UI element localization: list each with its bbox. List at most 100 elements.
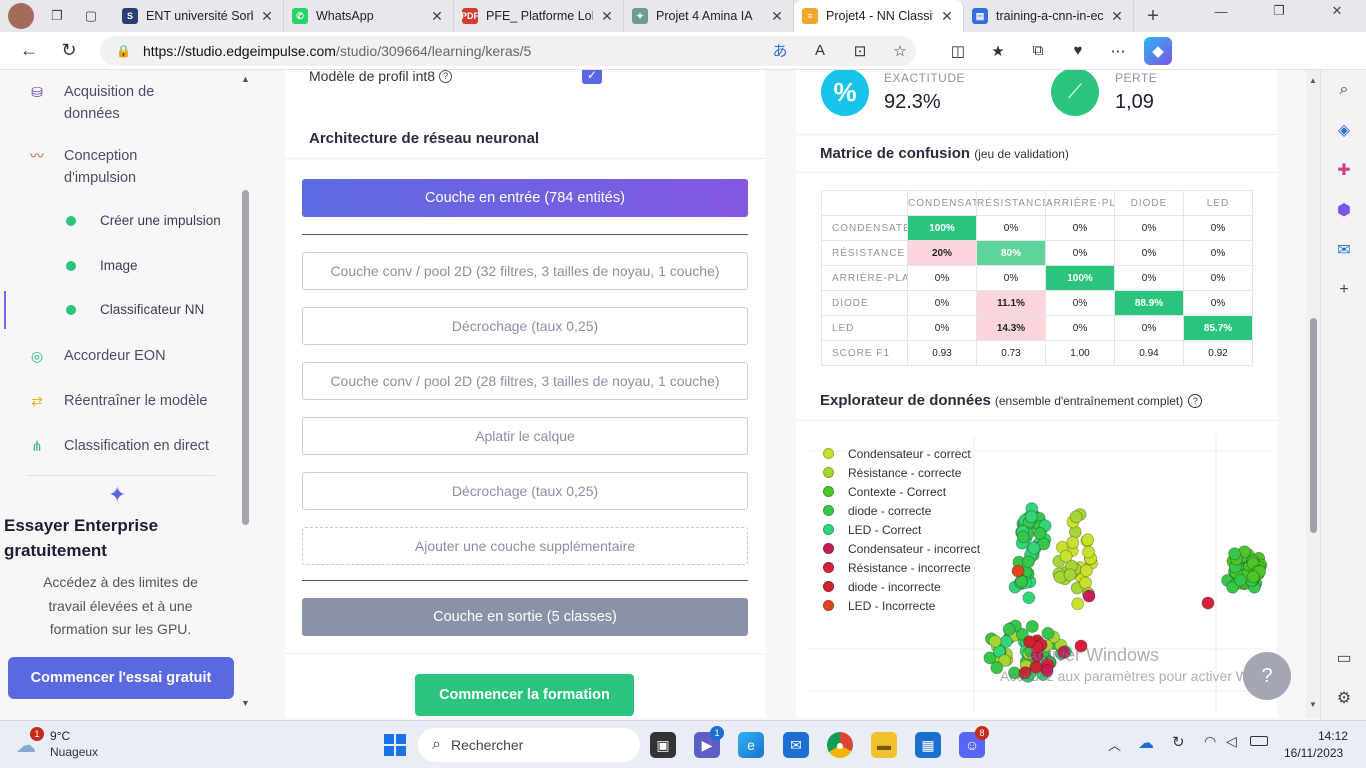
start-icon[interactable]	[384, 734, 406, 756]
profile-avatar-icon[interactable]	[8, 3, 34, 29]
tab-close-icon[interactable]: ✕	[599, 8, 615, 25]
legend-item[interactable]: Résistance - incorrecte	[823, 558, 980, 577]
input-layer[interactable]: Couche en entrée (784 entités)	[302, 179, 748, 217]
int8-checkbox[interactable]: ✓	[582, 70, 602, 84]
back-icon[interactable]: ←	[14, 36, 44, 66]
scroll-up-icon[interactable]: ▲	[1309, 76, 1317, 85]
weather-widget[interactable]: ☁ 1 9°C Nuageux	[16, 727, 136, 763]
collections-icon[interactable]: ⧉	[1024, 37, 1052, 65]
tab-close-icon[interactable]: ✕	[769, 8, 785, 25]
output-layer[interactable]: Couche en sortie (5 classes)	[302, 598, 748, 636]
legend-item[interactable]: LED - Incorrecte	[823, 596, 980, 615]
legend-item[interactable]: Condensateur - correct	[823, 444, 980, 463]
store-icon[interactable]: ▦	[915, 732, 941, 758]
clock-date[interactable]: 16/11/2023	[1284, 746, 1343, 760]
discord-icon[interactable]: ☺ 8	[959, 726, 989, 758]
sidebar-item-label: Classification en direct	[64, 438, 210, 454]
shopping-icon[interactable]: ◈	[1321, 110, 1366, 150]
page-scrollbar[interactable]: ▲ ▼	[1306, 70, 1320, 718]
tools-icon[interactable]: ✚	[1321, 150, 1366, 190]
help-fab-icon[interactable]: ?	[1243, 652, 1291, 700]
split-screen-icon[interactable]: ◫	[944, 37, 972, 65]
sidebar-scroll-down-icon[interactable]: ▼	[241, 698, 250, 708]
office-icon[interactable]: ⬢	[1321, 190, 1366, 230]
legend-item[interactable]: Contexte - Correct	[823, 482, 980, 501]
sidebar-item-data-acquisition[interactable]: ⛁ Acquisition de données	[30, 81, 184, 125]
update-icon[interactable]: ↻	[1172, 733, 1185, 751]
taskbar-search[interactable]: ⌕ Rechercher	[418, 728, 640, 762]
favorites-icon[interactable]: ★	[984, 37, 1012, 65]
matrix-row-header: RÉSISTANCE	[821, 240, 908, 266]
performance-icon[interactable]: ♥	[1064, 37, 1092, 65]
app-available-icon[interactable]: ⊡	[846, 37, 874, 65]
dropout-layer-1[interactable]: Décrochage (taux 0,25)	[302, 307, 748, 345]
legend-item[interactable]: Résistance - correcte	[823, 463, 980, 482]
tray-chevron-icon[interactable]: ︿	[1108, 735, 1121, 754]
translate-icon[interactable]: あ	[766, 37, 794, 65]
start-trial-button[interactable]: Commencer l'essai gratuit	[8, 657, 234, 699]
refresh-icon[interactable]: ↻	[54, 36, 84, 66]
mail-icon[interactable]: ✉	[783, 732, 809, 758]
search-icon[interactable]: ⌕	[1321, 70, 1366, 110]
close-window-icon[interactable]: ✕	[1314, 0, 1360, 22]
sidebar-item-impulse-design[interactable]: 〰 Conception d'impulsion	[30, 145, 174, 189]
clock-time[interactable]: 14:12	[1318, 729, 1348, 743]
tab-close-icon[interactable]: ✕	[429, 8, 445, 25]
tab-close-icon[interactable]: ✕	[1109, 8, 1125, 25]
explorer-subtitle: (ensemble d'entraînement complet)	[994, 393, 1184, 408]
edge-icon[interactable]: e	[738, 732, 764, 758]
sidebar-subitem-create-impulse[interactable]: Créer une impulsion	[66, 213, 221, 228]
add-sidebar-icon[interactable]: +	[1321, 270, 1366, 310]
favorite-star-icon[interactable]: ☆	[886, 37, 914, 65]
task-view-icon[interactable]: ▣	[650, 732, 676, 758]
onedrive-icon[interactable]: ☁	[1138, 733, 1154, 753]
volume-icon[interactable]: ◁	[1226, 733, 1237, 750]
outlook-icon[interactable]: ✉	[1321, 230, 1366, 270]
nodes-icon: ⋔	[31, 438, 43, 454]
flatten-layer[interactable]: Aplatir le calque	[302, 417, 748, 455]
browser-tab[interactable]: ✦ Projet 4 Amina IA ✕	[624, 0, 794, 32]
browser-tab[interactable]: PDF PFE_ Platforme LoRa ✕	[454, 0, 624, 32]
sidebar-item-live-classification[interactable]: ⋔ Classification en direct	[30, 435, 209, 457]
dropout-layer-2[interactable]: Décrochage (taux 0,25)	[302, 472, 748, 510]
new-tab-icon[interactable]: +	[1142, 5, 1164, 27]
legend-item[interactable]: Condensateur - incorrect	[823, 539, 980, 558]
sidebar-subitem-nn-classifier[interactable]: Classificateur NN	[66, 302, 204, 317]
browser-tab[interactable]: ✆ WhatsApp ✕	[284, 0, 454, 32]
browser-tab[interactable]: ≡ Projet4 - NN Classifi ✕	[794, 0, 964, 32]
sidebar-scroll-up-icon[interactable]: ▲	[241, 74, 250, 84]
legend-item[interactable]: diode - incorrecte	[823, 577, 980, 596]
scroll-thumb[interactable]	[1310, 318, 1317, 533]
conv-layer-1[interactable]: Couche conv / pool 2D (32 filtres, 3 tai…	[302, 252, 748, 290]
menu-dots-icon[interactable]: ⋯	[1104, 37, 1132, 65]
hide-sidebar-icon[interactable]: ▭	[1321, 638, 1366, 678]
sidebar-item-retrain[interactable]: ⇄ Réentraîner le modèle	[30, 390, 207, 412]
scroll-down-icon[interactable]: ▼	[1309, 700, 1317, 709]
restore-icon[interactable]: ❐	[1256, 0, 1302, 22]
wifi-icon[interactable]: ◠	[1204, 733, 1216, 750]
tab-close-icon[interactable]: ✕	[939, 8, 955, 25]
browser-tab[interactable]: S ENT université Sorbo ✕	[114, 0, 284, 32]
copilot-icon[interactable]: ◆	[1144, 36, 1172, 65]
read-aloud-icon[interactable]: A	[806, 37, 834, 65]
workspaces-icon[interactable]: ❐	[46, 5, 68, 27]
legend-item[interactable]: diode - correcte	[823, 501, 980, 520]
sidebar-subitem-image[interactable]: Image	[66, 258, 138, 273]
legend-item[interactable]: LED - Correct	[823, 520, 980, 539]
sidebar-item-eon-tuner[interactable]: ◎ Accordeur EON	[30, 345, 166, 367]
browser-tab[interactable]: ▤ training-a-cnn-in-ec ✕	[964, 0, 1134, 32]
help-icon[interactable]: ?	[439, 70, 453, 83]
battery-icon[interactable]	[1250, 736, 1268, 746]
settings-icon[interactable]: ⚙	[1321, 678, 1366, 718]
help-icon[interactable]: ?	[1188, 393, 1203, 408]
start-training-button[interactable]: Commencer la formation	[415, 674, 634, 716]
sidebar-scrollbar[interactable]	[242, 190, 249, 525]
conv-layer-2[interactable]: Couche conv / pool 2D (28 filtres, 3 tai…	[302, 362, 748, 400]
tab-actions-icon[interactable]: ▢	[80, 5, 102, 27]
chrome-icon[interactable]: ●	[827, 732, 853, 758]
minimize-icon[interactable]: —	[1198, 0, 1244, 22]
add-layer-button[interactable]: Ajouter une couche supplémentaire	[302, 527, 748, 565]
teams-icon[interactable]: ▶ 1	[694, 726, 724, 758]
tab-close-icon[interactable]: ✕	[259, 8, 275, 25]
file-explorer-icon[interactable]: ▬	[871, 732, 897, 758]
